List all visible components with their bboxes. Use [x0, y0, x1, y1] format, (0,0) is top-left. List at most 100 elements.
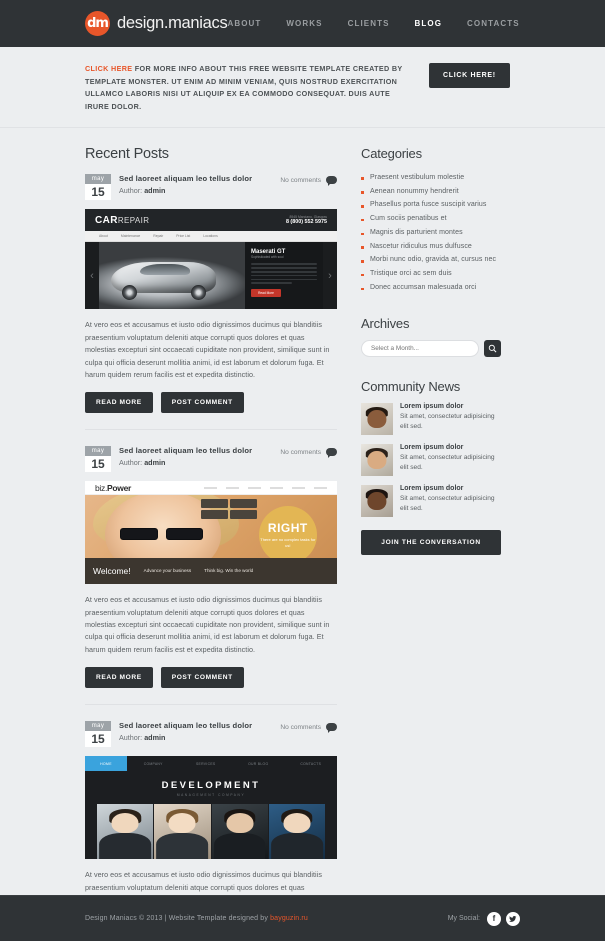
- nav-item-blog[interactable]: BLOG: [415, 19, 443, 28]
- promo-link[interactable]: CLICK HERE: [85, 64, 132, 73]
- team-photo: [211, 804, 268, 860]
- category-item[interactable]: Praesent vestibulum molestie: [361, 170, 501, 184]
- category-item[interactable]: Morbi nunc odio, gravida at, cursus nec: [361, 253, 501, 267]
- post-thumbnail-biz-power[interactable]: biz.Power RIGHT There are no complex tasks…: [85, 481, 337, 585]
- logo-mark-icon: dm: [85, 11, 110, 36]
- thumb-nav-item: Price List: [176, 234, 191, 239]
- post-comments-count: No comments: [280, 723, 321, 731]
- post-thumbnail-car-repair[interactable]: CARREPAIR 8945 Marciano, Glasgow 8 (800) 5…: [85, 209, 337, 310]
- thumb-hero: DEVELOPMENT MANAGEMENT COMPANY: [85, 771, 337, 804]
- car-window-shape: [139, 263, 190, 276]
- footer-copyright: Design Maniacs © 2013 | Website Template…: [85, 915, 308, 922]
- join-conversation-button[interactable]: JOIN THE CONVERSATION: [361, 530, 501, 556]
- nav-item-about[interactable]: ABOUT: [227, 19, 261, 28]
- post-title[interactable]: Sed laoreet aliquam leo tellus dolor: [119, 721, 252, 730]
- next-arrow-icon[interactable]: ›: [323, 242, 337, 309]
- post-excerpt: At vero eos et accusamus et iusto odio d…: [85, 595, 330, 654]
- thumb-menu-tile: [200, 498, 228, 508]
- thumb-nav-item: About: [99, 234, 108, 239]
- news-item[interactable]: Lorem ipsum dolor Sit amet, consectetur a…: [361, 403, 501, 436]
- text-line: [251, 270, 317, 273]
- hero-headline: RIGHT: [267, 521, 308, 536]
- text-line: [251, 278, 317, 281]
- twitter-icon[interactable]: [506, 911, 520, 926]
- site-header: dm design.maniacs ABOUT WORKS CLIENTS BLOG C…: [0, 0, 605, 47]
- post-heading: Sed laoreet aliquam leo tellus dolor Auth…: [119, 174, 252, 195]
- post-comments-meta[interactable]: No comments: [280, 721, 337, 734]
- post-date-badge: may 15: [85, 721, 111, 748]
- news-title: Lorem ipsum dolor: [400, 403, 464, 411]
- sidebar: Categories Praesent vestibulum molestie A…: [361, 146, 501, 941]
- news-title: Lorem ipsum dolor: [400, 485, 464, 493]
- panel-button[interactable]: Read More: [251, 288, 281, 297]
- community-news-list: Lorem ipsum dolor Sit amet, consectetur a…: [361, 403, 501, 518]
- read-more-button[interactable]: READ MORE: [85, 667, 153, 689]
- post-comment-button[interactable]: POST COMMENT: [160, 392, 244, 414]
- nav-item-works[interactable]: WORKS: [286, 19, 322, 28]
- thumb-nav-item: Repair: [153, 234, 164, 239]
- post-comments-meta[interactable]: No comments: [280, 174, 337, 187]
- team-photo: [97, 804, 154, 860]
- thumb-nav-item: Locations: [203, 234, 218, 239]
- category-item[interactable]: Cum sociis penatibus et: [361, 212, 501, 226]
- promo-cta-button[interactable]: CLICK HERE!: [429, 63, 510, 88]
- post-title[interactable]: Sed laoreet aliquam leo tellus dolor: [119, 446, 252, 455]
- category-item[interactable]: Phasellus porta fusce suscipit varius: [361, 198, 501, 212]
- thumb-nav-item: Maintenance: [120, 234, 141, 239]
- category-item[interactable]: Nascetur ridiculus mus dulfusce: [361, 239, 501, 253]
- person-torso: [271, 832, 323, 860]
- thumb-nav-item: SERVICES: [196, 761, 216, 766]
- prev-arrow-icon[interactable]: ‹: [85, 242, 99, 309]
- page-title: Recent Posts: [85, 146, 169, 163]
- archives-select-input[interactable]: [361, 340, 479, 358]
- car-wheel: [190, 285, 206, 300]
- car-wheel: [122, 285, 138, 300]
- post-month: may: [85, 446, 111, 457]
- promo-banner: CLICK HERE FOR MORE INFO ABOUT THIS FREE…: [0, 47, 605, 129]
- facebook-icon[interactable]: f: [487, 911, 501, 926]
- news-item[interactable]: Lorem ipsum dolor Sit amet, consectetur a…: [361, 485, 501, 518]
- text-line: [251, 263, 317, 265]
- nav-item-clients[interactable]: CLIENTS: [348, 19, 390, 28]
- post-author-label: Author:: [119, 186, 143, 196]
- thumb-logo: biz.Power: [95, 482, 132, 493]
- thumb-nav: HOME COMPANY SERVICES OUR BLOG CONTACTS: [85, 756, 337, 772]
- panel-subtitle: Sophisticated with soul: [251, 255, 284, 260]
- post-thumbnail-development[interactable]: HOME COMPANY SERVICES OUR BLOG CONTACTS DEVEL…: [85, 756, 337, 860]
- post-actions: READ MORE POST COMMENT: [85, 392, 337, 414]
- site-logo[interactable]: dm design.maniacs: [85, 11, 228, 36]
- nav-item-contacts[interactable]: CONTACTS: [467, 19, 520, 28]
- category-item[interactable]: Aenean nonummy hendrerit: [361, 184, 501, 198]
- footer-designer-link[interactable]: bayguzin.ru: [270, 915, 308, 922]
- news-item[interactable]: Lorem ipsum dolor Sit amet, consectetur a…: [361, 444, 501, 477]
- categories-list: Praesent vestibulum molestie Aenean nonum…: [361, 170, 501, 294]
- comment-bubble-icon: [326, 448, 337, 459]
- thumb-header: CARREPAIR 8945 Marciano, Glasgow 8 (800) 5…: [85, 209, 337, 232]
- thumb-nav: About Maintenance Repair Price List Location…: [85, 231, 337, 243]
- promo-text: CLICK HERE FOR MORE INFO ABOUT THIS FREE…: [85, 63, 415, 113]
- category-item[interactable]: Tristique orci ac sem duis: [361, 267, 501, 281]
- post-header: may 15 Sed laoreet aliquam leo tellus dolo…: [85, 446, 337, 473]
- post-author-name[interactable]: admin: [144, 186, 165, 195]
- archives-search-button[interactable]: [484, 340, 501, 358]
- team-photo: [268, 804, 325, 860]
- post-comments-meta[interactable]: No comments: [280, 446, 337, 459]
- category-item[interactable]: Magnis dis parturient montes: [361, 226, 501, 240]
- logo-text: design.maniacs: [117, 14, 228, 32]
- post-comment-button[interactable]: POST COMMENT: [160, 667, 244, 689]
- footer-col-2: Think big. Win the world: [204, 568, 254, 574]
- read-more-button[interactable]: READ MORE: [85, 392, 153, 414]
- archives-title: Archives: [361, 316, 410, 332]
- post-day: 15: [85, 456, 111, 473]
- post-author-label: Author:: [119, 458, 143, 468]
- footer-social-label: My Social:: [447, 915, 480, 922]
- post-author-name[interactable]: admin: [144, 458, 165, 467]
- person-torso: [213, 832, 266, 860]
- post-item: may 15 Sed laoreet aliquam leo tellus dolo…: [85, 429, 337, 704]
- post-title[interactable]: Sed laoreet aliquam leo tellus dolor: [119, 174, 252, 183]
- category-item[interactable]: Donec accumsan malesuada orci: [361, 281, 501, 295]
- thumb-nav-item: CONTACTS: [300, 761, 322, 766]
- thumb-hero: RIGHT There are no complex tasks for us! W…: [85, 495, 337, 585]
- avatar-face: [367, 409, 387, 429]
- post-author-name[interactable]: admin: [144, 733, 165, 742]
